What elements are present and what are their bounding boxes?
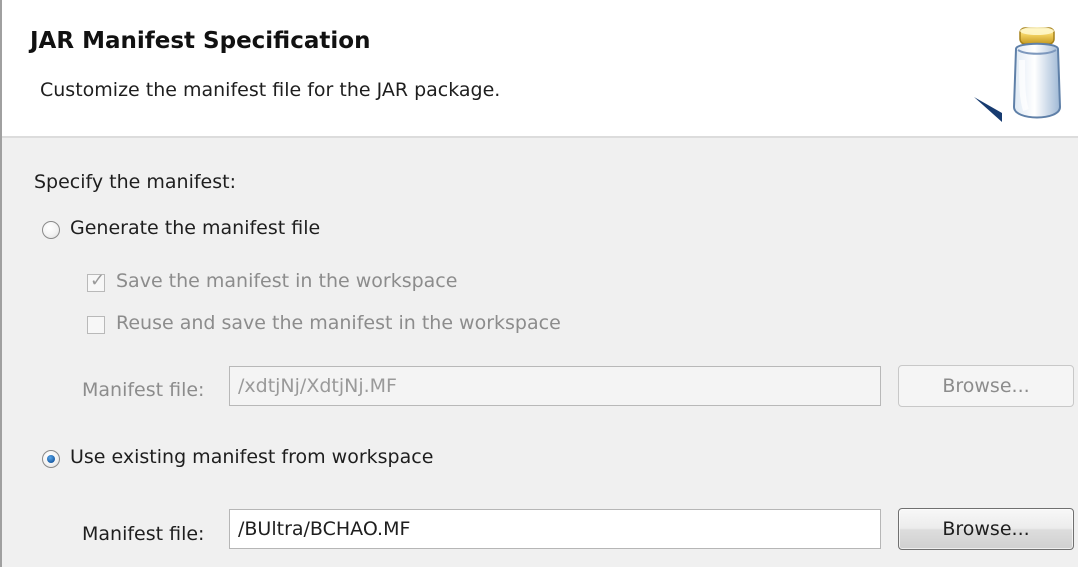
generate-manifest-radio[interactable] bbox=[42, 221, 60, 239]
jar-icon bbox=[974, 27, 1062, 122]
generated-manifest-browse-button[interactable]: Browse... bbox=[898, 365, 1074, 407]
generated-manifest-file-field[interactable]: /xdtjNj/XdtjNj.MF bbox=[229, 366, 881, 406]
page-header: JAR Manifest Specification Customize the… bbox=[2, 0, 1078, 138]
save-workspace-checkbox[interactable]: ✓ bbox=[87, 270, 106, 292]
existing-manifest-file-label: Manifest file: bbox=[82, 523, 205, 545]
use-existing-manifest-radio[interactable] bbox=[42, 450, 60, 468]
specify-manifest-label: Specify the manifest: bbox=[34, 171, 236, 193]
use-existing-manifest-label[interactable]: Use existing manifest from workspace bbox=[70, 446, 433, 468]
existing-manifest-file-field[interactable]: /BUltra/BCHAO.MF bbox=[229, 509, 881, 549]
save-workspace-label[interactable]: Save the manifest in the workspace bbox=[116, 270, 457, 292]
reuse-workspace-label[interactable]: Reuse and save the manifest in the works… bbox=[116, 312, 561, 334]
jar-manifest-dialog-page: JAR Manifest Specification Customize the… bbox=[0, 0, 1078, 567]
radio-selected-dot-icon bbox=[47, 455, 55, 463]
page-subtitle: Customize the manifest file for the JAR … bbox=[40, 79, 501, 101]
generate-manifest-label[interactable]: Generate the manifest file bbox=[70, 217, 320, 239]
existing-manifest-browse-button[interactable]: Browse... bbox=[898, 508, 1074, 550]
page-title: JAR Manifest Specification bbox=[30, 28, 371, 54]
reuse-workspace-checkbox[interactable] bbox=[87, 316, 105, 334]
check-mark-icon: ✓ bbox=[90, 270, 106, 291]
generated-manifest-file-label: Manifest file: bbox=[82, 379, 205, 401]
